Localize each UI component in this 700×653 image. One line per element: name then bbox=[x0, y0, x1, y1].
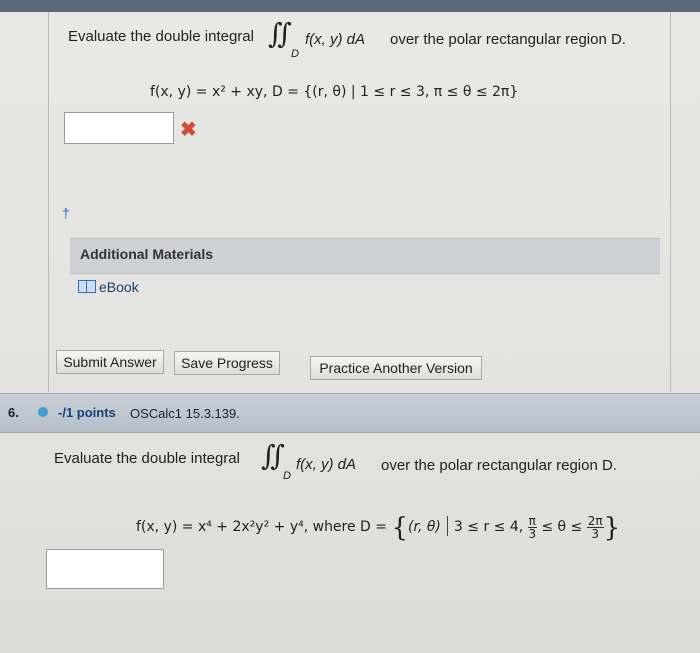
ebook-link[interactable]: eBook bbox=[78, 279, 139, 295]
q6-frac1-denominator: 3 bbox=[528, 526, 537, 541]
q5-answer-input[interactable] bbox=[64, 112, 174, 144]
question-number: 6. bbox=[8, 405, 19, 420]
right-divider bbox=[670, 12, 671, 392]
q5-function-definition: f(x, y) = x² + xy, D = {(r, θ) | 1 ≤ r ≤… bbox=[150, 84, 519, 100]
q6-pair: (r, θ) bbox=[408, 519, 441, 535]
q5-integral-subscript: D bbox=[291, 48, 299, 60]
q6-answer-input[interactable] bbox=[46, 549, 164, 589]
q6-theta-upper-fraction: 2π 3 bbox=[586, 513, 604, 541]
save-progress-button[interactable]: Save Progress bbox=[174, 351, 280, 375]
question-6-header: 6. -/1 points OSCalc1 15.3.139. bbox=[0, 393, 700, 433]
practice-another-version-button[interactable]: Practice Another Version bbox=[310, 356, 482, 380]
q6-theta-relation: ≤ θ ≤ bbox=[541, 519, 583, 535]
incorrect-icon: ✖ bbox=[180, 119, 197, 141]
q6-frac1-numerator: π bbox=[527, 513, 537, 528]
book-icon bbox=[78, 280, 96, 293]
q6-integral-subscript: D bbox=[283, 470, 291, 482]
dagger-icon: † bbox=[62, 205, 70, 221]
question-source: OSCalc1 15.3.139. bbox=[130, 406, 240, 421]
q6-r-range: 3 ≤ r ≤ 4, bbox=[453, 519, 524, 535]
q6-brace-close: } bbox=[603, 513, 621, 543]
left-divider bbox=[48, 12, 49, 392]
question-points: -/1 points bbox=[58, 405, 116, 420]
q6-integrand: f(x, y) dA bbox=[296, 456, 357, 473]
q6-brace-open: { bbox=[391, 513, 409, 543]
q6-theta-lower-fraction: π3 bbox=[527, 513, 537, 541]
q6-function-text: f(x, y) = x⁴ + 2x²y² + y⁴, where D = bbox=[136, 519, 388, 535]
top-bar bbox=[0, 0, 700, 12]
q6-frac2-numerator: 2π bbox=[586, 513, 604, 528]
page: Evaluate the double integral ∬ D f(x, y)… bbox=[0, 0, 700, 653]
q6-prompt-after: over the polar rectangular region D. bbox=[381, 457, 617, 474]
q6-integral-symbol: ∬ bbox=[261, 439, 285, 472]
q6-prompt-before: Evaluate the double integral bbox=[54, 450, 240, 467]
q5-prompt-before: Evaluate the double integral bbox=[68, 28, 254, 45]
additional-materials-title: Additional Materials bbox=[80, 246, 214, 262]
q5-prompt-after: over the polar rectangular region D. bbox=[390, 31, 626, 48]
q6-frac2-denominator: 3 bbox=[591, 526, 599, 541]
ebook-label: eBook bbox=[99, 279, 139, 295]
q5-integrand: f(x, y) dA bbox=[305, 31, 366, 48]
q6-such-that-bar bbox=[446, 516, 448, 536]
question-status-icon bbox=[38, 407, 48, 417]
submit-answer-button[interactable]: Submit Answer bbox=[56, 350, 164, 374]
q5-integral-symbol: ∬ bbox=[268, 17, 292, 50]
additional-materials-header: Additional Materials bbox=[70, 238, 660, 274]
q6-function-definition: f(x, y) = x⁴ + 2x²y² + y⁴, where D = {(r… bbox=[136, 513, 620, 543]
